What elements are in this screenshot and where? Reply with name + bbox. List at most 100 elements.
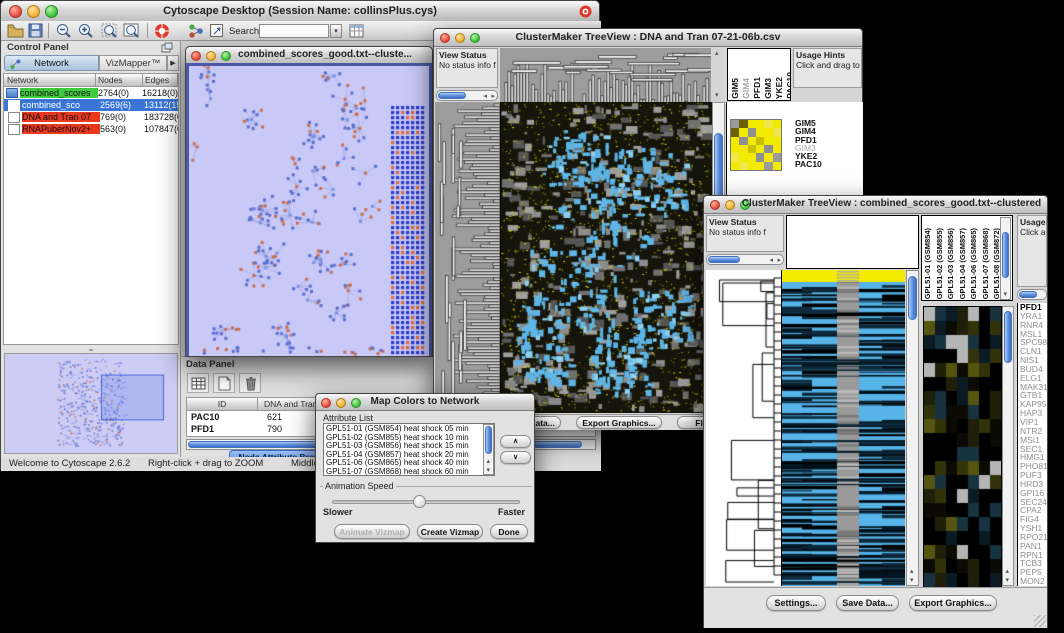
gene-label[interactable]: RPO21 bbox=[1020, 533, 1047, 542]
new-attribute-button[interactable] bbox=[213, 373, 235, 393]
network-table-row[interactable]: RNAPuberNov2+ 563(0) 107847(0) bbox=[4, 123, 178, 135]
gene-label[interactable]: MON2 bbox=[1020, 577, 1047, 586]
gene-label[interactable]: GTB1 bbox=[1020, 391, 1047, 400]
float-panel-icon[interactable] bbox=[161, 42, 173, 53]
scroll-right-icon[interactable]: ▸ bbox=[491, 93, 495, 100]
scroll-up-icon[interactable]: ▴ bbox=[715, 50, 719, 57]
speed-slider-thumb[interactable] bbox=[413, 495, 426, 508]
close-icon[interactable] bbox=[191, 51, 201, 61]
gene-label[interactable]: PEP5 bbox=[1020, 568, 1047, 577]
save-icon[interactable] bbox=[28, 23, 43, 38]
scroll-up-icon[interactable]: ▴ bbox=[1006, 568, 1010, 575]
treeview-dna-titlebar[interactable]: ClusterMaker TreeView : DNA and Tran 07-… bbox=[434, 29, 862, 47]
create-vizmap-button[interactable]: Create Vizmap bbox=[417, 524, 483, 539]
tv2-zoom-vscrollbar[interactable]: ▴ ▾ bbox=[1002, 306, 1014, 586]
gene-label[interactable]: YSH1 bbox=[1020, 524, 1047, 533]
col-network[interactable]: Network bbox=[4, 74, 96, 87]
gene-label[interactable]: PFD1 bbox=[1020, 303, 1047, 312]
network-table-row[interactable]: combined_sco 2569(6) 13112(15) bbox=[4, 99, 178, 111]
gene-label[interactable]: NIS1 bbox=[1020, 356, 1047, 365]
attribute-item[interactable]: GPL51-07 (GSM868) heat shock 60 min bbox=[326, 468, 476, 476]
search-input[interactable] bbox=[259, 24, 329, 38]
column-label[interactable]: PAC10 bbox=[785, 72, 791, 99]
gene-label[interactable]: RPN1 bbox=[1020, 551, 1047, 560]
done-button[interactable]: Done bbox=[490, 524, 528, 539]
column-label[interactable]: GPL51-03 (GSM856) bbox=[946, 228, 957, 299]
treeview-combined-titlebar[interactable]: ClusterMaker TreeView : combined_scores_… bbox=[704, 196, 1047, 214]
tv1-row-dendrogram[interactable] bbox=[435, 102, 500, 413]
gene-label[interactable]: MAK31 bbox=[1020, 383, 1047, 392]
attribute-item[interactable]: GPL51-02 (GSM855) heat shock 10 min bbox=[326, 434, 476, 443]
scroll-left-icon[interactable]: ◂ bbox=[483, 93, 487, 100]
zoom-fit-icon[interactable] bbox=[123, 23, 140, 39]
tab-vizmapper[interactable]: VizMapper™ bbox=[99, 55, 167, 71]
zoom-out-icon[interactable] bbox=[56, 23, 72, 39]
gene-label[interactable]: MSL1 bbox=[1020, 330, 1047, 339]
move-down-button[interactable]: ∨ bbox=[500, 451, 531, 464]
move-up-button[interactable]: ∧ bbox=[500, 435, 531, 448]
gene-label[interactable]: SEC1 bbox=[1020, 445, 1047, 454]
col-nodes[interactable]: Nodes bbox=[96, 74, 143, 87]
scroll-right-icon[interactable]: ▸ bbox=[777, 257, 781, 264]
minimize-icon[interactable] bbox=[725, 200, 735, 210]
scroll-up-icon[interactable]: ▴ bbox=[487, 458, 491, 465]
row-label[interactable]: PAC10 bbox=[795, 160, 822, 168]
column-label[interactable]: PFD1 bbox=[752, 77, 762, 99]
column-label[interactable]: GPL51-04 (GSM857) bbox=[958, 228, 969, 299]
gene-label[interactable]: ELG1 bbox=[1020, 374, 1047, 383]
col-edges[interactable]: Edges bbox=[143, 74, 178, 87]
column-label[interactable]: GIM4 bbox=[741, 78, 751, 99]
scroll-down-icon[interactable]: ▾ bbox=[910, 577, 914, 584]
scroll-down-icon[interactable]: ▾ bbox=[1004, 291, 1008, 298]
column-label[interactable]: GPL51-01 (GSM854) bbox=[923, 228, 934, 299]
tv1-heatmap[interactable] bbox=[500, 102, 712, 413]
network-table-row[interactable]: DNA and Tran 07 769(0) 183728(0) bbox=[4, 111, 178, 123]
tv2-labels-vscrollbar[interactable]: ▾ bbox=[1000, 217, 1011, 300]
export-graphics-button[interactable]: Export Graphics... bbox=[576, 416, 662, 429]
speed-slider-track[interactable] bbox=[332, 500, 520, 504]
tv1-zoom-heatmap[interactable] bbox=[730, 119, 782, 171]
column-label[interactable]: GPL51-07 (GSM868) bbox=[981, 228, 992, 299]
column-label[interactable]: GPL51-02 (GSM855) bbox=[935, 228, 946, 299]
scroll-up-icon[interactable]: ▴ bbox=[910, 568, 914, 575]
attribute-item[interactable]: GPL51-04 (GSM857) heat shock 20 min bbox=[326, 451, 476, 460]
birds-eye-canvas[interactable] bbox=[5, 354, 177, 453]
attribute-table-icon[interactable] bbox=[349, 23, 365, 39]
gene-label[interactable]: CPA2 bbox=[1020, 506, 1047, 515]
birds-eye-view[interactable] bbox=[4, 353, 178, 454]
attribute-item[interactable]: GPL51-06 (GSM865) heat shock 40 min bbox=[326, 459, 476, 468]
column-label[interactable]: YKE2 bbox=[774, 77, 784, 99]
save-data-button[interactable]: Save Data... bbox=[836, 595, 899, 611]
gene-label[interactable]: PUF3 bbox=[1020, 471, 1047, 480]
table-mode-button[interactable] bbox=[187, 373, 209, 393]
help-lifering-icon[interactable] bbox=[154, 23, 170, 39]
gene-label[interactable]: BUD4 bbox=[1020, 365, 1047, 374]
tv1-dendro-scroll-strip[interactable]: ▴ ▾ bbox=[712, 48, 725, 101]
delete-attribute-button[interactable] bbox=[239, 373, 261, 393]
tv2-hints-hscrollbar[interactable] bbox=[1017, 289, 1047, 300]
gene-label[interactable]: SEC24 bbox=[1020, 498, 1047, 507]
settings-button[interactable]: Settings... bbox=[766, 595, 826, 611]
column-label[interactable]: GIM3 bbox=[763, 78, 773, 99]
animate-vizmap-button[interactable]: Animate Vizmap bbox=[334, 524, 410, 539]
main-titlebar[interactable]: Cytoscape Desktop (Session Name: collins… bbox=[1, 1, 599, 22]
tv2-column-dendrogram[interactable] bbox=[786, 215, 919, 269]
gene-label[interactable]: PHO81 bbox=[1020, 462, 1047, 471]
tv2-zoom-heatmap[interactable] bbox=[923, 306, 1002, 588]
scroll-down-icon[interactable]: ▾ bbox=[487, 467, 491, 474]
zoom-in-icon[interactable] bbox=[78, 23, 94, 39]
export-graphics-button[interactable]: Export Graphics... bbox=[909, 595, 997, 611]
column-label[interactable]: GIM5 bbox=[730, 78, 740, 99]
minimize-icon[interactable] bbox=[206, 51, 216, 61]
zoom-selected-icon[interactable] bbox=[101, 23, 118, 39]
attribute-list-vscrollbar[interactable]: ▴ ▾ bbox=[483, 424, 494, 475]
gene-label[interactable]: PAN1 bbox=[1020, 542, 1047, 551]
gene-label[interactable]: MSI1 bbox=[1020, 436, 1047, 445]
column-label[interactable]: GPL51-06 (GSM865) bbox=[969, 228, 980, 299]
open-file-icon[interactable] bbox=[7, 23, 24, 38]
close-icon[interactable] bbox=[710, 200, 720, 210]
gene-label[interactable]: YRA1 bbox=[1020, 312, 1047, 321]
resize-grip[interactable] bbox=[1034, 615, 1046, 627]
network-table-row[interactable]: combined_scores 2764(0) 16218(0) bbox=[4, 87, 178, 99]
gene-label[interactable]: NTR2 bbox=[1020, 427, 1047, 436]
